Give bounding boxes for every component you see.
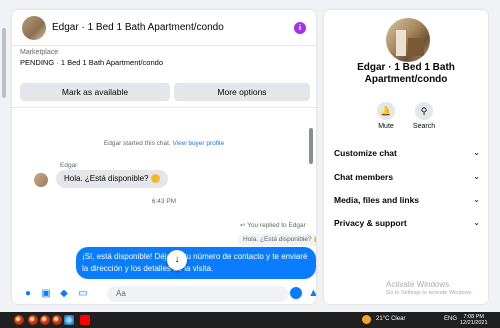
arrow-down-icon[interactable]: ↓ <box>167 250 187 270</box>
menu-privacy-support[interactable]: Privacy & support ⌄ <box>334 218 480 228</box>
composer-bar: ● ▣ ◆ ▭ Aa ▲ <box>12 286 316 304</box>
incoming-message[interactable]: Hola. ¿Está disponible? <box>56 170 168 188</box>
listing-avatar[interactable] <box>22 16 46 40</box>
conversation-details-panel: Edgar · 1 Bed 1 Bath Apartment/condo 🔔 M… <box>324 10 488 304</box>
emoji-icon <box>150 174 160 184</box>
search-button[interactable]: ⚲ Search <box>404 102 444 130</box>
sender-name: Edgar <box>60 162 78 169</box>
activate-windows-title: Activate Windows <box>386 280 450 289</box>
mark-as-available-button[interactable]: Mark as available <box>20 83 170 101</box>
chevron-down-icon: ⌄ <box>473 148 480 157</box>
youtube-icon[interactable] <box>80 315 90 325</box>
clock[interactable]: 7:08 PM 12/21/2021 <box>460 314 488 326</box>
weather-text[interactable]: 21°C Clear <box>376 316 405 322</box>
divider <box>12 107 316 108</box>
activate-windows-subtitle: Go to Settings to activate Windows. <box>386 290 473 296</box>
browser-icon[interactable] <box>64 315 74 325</box>
emoji-icon <box>313 235 316 243</box>
gif-icon[interactable]: ▭ <box>77 288 89 300</box>
scrollbar-thumb[interactable] <box>2 28 6 98</box>
info-icon[interactable]: i <box>294 22 306 34</box>
menu-item-label: Chat members <box>334 172 394 182</box>
quoted-text: Hola. ¿Está disponible? <box>243 236 312 243</box>
menu-item-label: Customize chat <box>334 148 397 158</box>
chrome-icon[interactable] <box>28 315 38 325</box>
menu-customize-chat[interactable]: Customize chat ⌄ <box>334 148 480 158</box>
mute-button[interactable]: 🔔 Mute <box>366 102 406 130</box>
chat-started-notice: Edgar started this chat. View buyer prof… <box>12 140 316 147</box>
replied-text: You replied to Edgar <box>247 222 306 229</box>
outgoing-message[interactable]: ¡Sí, está disponible! Déjame tu número d… <box>76 247 316 279</box>
window-scrollbar[interactable] <box>0 0 9 306</box>
photo-cabinet <box>408 38 424 56</box>
details-title: Edgar · 1 Bed 1 Bath Apartment/condo <box>357 62 455 85</box>
photo-door <box>396 30 406 56</box>
replied-indicator: ↩ You replied to Edgar <box>240 221 306 229</box>
sticker-icon[interactable]: ◆ <box>58 288 70 300</box>
more-options-button[interactable]: More options <box>174 83 310 101</box>
chat-panel: Edgar · 1 Bed 1 Bath Apartment/condo i M… <box>12 10 316 304</box>
search-icon: ⚲ <box>415 102 433 120</box>
weather-icon[interactable] <box>362 315 371 324</box>
listing-photo[interactable] <box>386 18 430 62</box>
chat-title[interactable]: Edgar · 1 Bed 1 Bath Apartment/condo <box>52 22 224 33</box>
thumbs-up-icon[interactable]: ▲ <box>308 287 316 299</box>
taskbar: 21°C Clear ENG 7:08 PM 12/21/2021 <box>0 312 500 328</box>
menu-item-label: Privacy & support <box>334 218 407 228</box>
chrome-icon[interactable] <box>52 315 62 325</box>
menu-item-label: Media, files and links <box>334 195 420 205</box>
incoming-message-text: Hola. ¿Está disponible? <box>64 174 149 183</box>
marketplace-label: Marketplace <box>20 49 59 56</box>
chrome-icon[interactable] <box>14 315 24 325</box>
chat-started-text: Edgar started this chat. <box>103 140 171 147</box>
clock-date: 12/21/2021 <box>460 320 488 326</box>
search-label: Search <box>412 123 436 130</box>
bell-icon: 🔔 <box>377 102 395 120</box>
sender-avatar[interactable] <box>34 173 48 187</box>
mic-icon[interactable]: ● <box>22 288 34 300</box>
chevron-down-icon: ⌄ <box>473 172 480 181</box>
message-timestamp: 6:43 PM <box>151 198 177 205</box>
view-buyer-profile-link[interactable]: View buyer profile <box>173 140 225 147</box>
quoted-message[interactable]: Hola. ¿Está disponible? <box>238 234 316 246</box>
menu-chat-members[interactable]: Chat members ⌄ <box>334 172 480 182</box>
message-input[interactable]: Aa <box>107 286 289 302</box>
chevron-down-icon: ⌄ <box>473 195 480 204</box>
chevron-down-icon: ⌄ <box>473 218 480 227</box>
emoji-icon[interactable] <box>290 287 302 299</box>
listing-status[interactable]: PENDING · 1 Bed 1 Bath Apartment/condo <box>20 58 163 67</box>
menu-media-files-links[interactable]: Media, files and links ⌄ <box>334 195 480 205</box>
photo-icon[interactable]: ▣ <box>40 288 52 300</box>
language-indicator[interactable]: ENG <box>444 316 457 322</box>
chat-header: Edgar · 1 Bed 1 Bath Apartment/condo i <box>12 10 316 46</box>
chrome-icon[interactable] <box>40 315 50 325</box>
mute-label: Mute <box>378 123 394 130</box>
